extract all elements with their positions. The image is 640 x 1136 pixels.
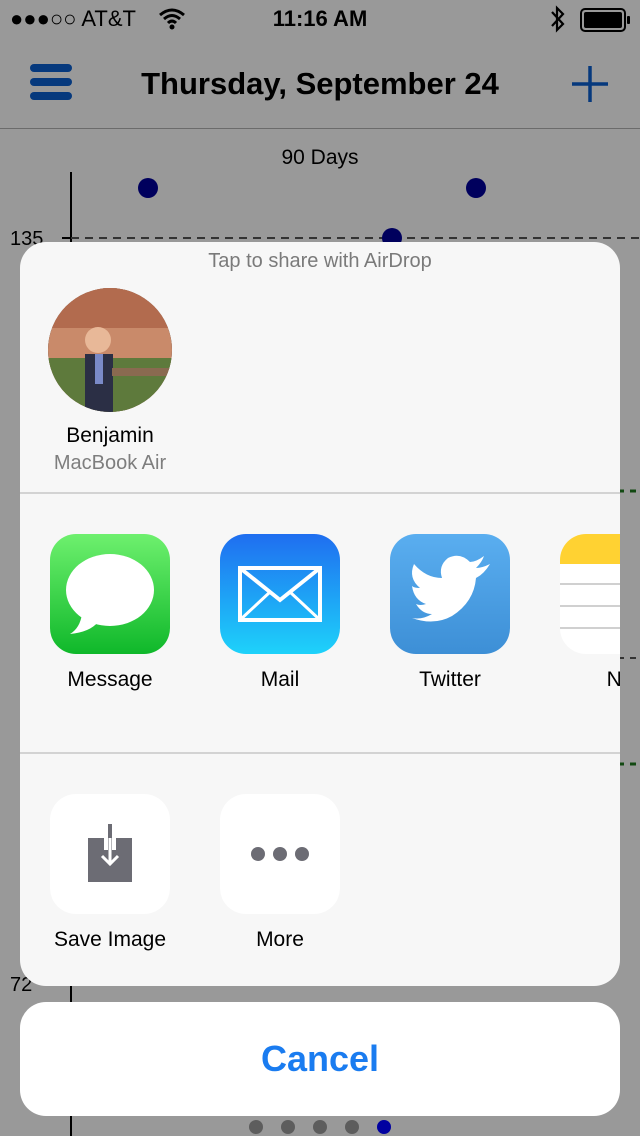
page-indicator[interactable] <box>0 1120 640 1136</box>
share-app-label: No <box>606 668 620 691</box>
page-dot <box>313 1120 327 1134</box>
share-app-label: Message <box>67 668 153 691</box>
share-app-twitter[interactable]: Twitter <box>370 534 530 704</box>
airdrop-contact[interactable]: Benjamin MacBook Air <box>30 288 190 478</box>
mail-icon <box>220 534 340 654</box>
notes-icon <box>560 534 620 654</box>
contact-device: MacBook Air <box>53 452 167 474</box>
avatar <box>48 288 172 412</box>
airdrop-hint: Tap to share with AirDrop <box>208 250 432 272</box>
more-action[interactable]: More <box>200 794 360 964</box>
twitter-icon <box>390 534 510 654</box>
cancel-button[interactable]: Cancel <box>20 1002 620 1116</box>
page-dot <box>281 1120 295 1134</box>
save-image-icon <box>50 794 170 914</box>
share-app-mail[interactable]: Mail <box>200 534 360 704</box>
page-dot <box>249 1120 263 1134</box>
action-label: More <box>256 928 304 951</box>
page-dot <box>377 1120 391 1134</box>
section-divider <box>20 492 620 494</box>
save-image-action[interactable]: Save Image <box>30 794 190 964</box>
share-app-message[interactable]: Message <box>30 534 190 704</box>
share-app-notes[interactable]: No <box>540 534 620 704</box>
section-divider <box>20 752 620 754</box>
share-app-label: Mail <box>260 668 300 691</box>
share-sheet: Tap to share with AirDrop Benjamin MacBo… <box>20 242 620 986</box>
cancel-label: Cancel <box>260 1038 380 1079</box>
share-app-label: Twitter <box>419 668 481 691</box>
page-dot <box>345 1120 359 1134</box>
messages-icon <box>50 534 170 654</box>
contact-name: Benjamin <box>66 424 154 447</box>
action-label: Save Image <box>53 928 167 951</box>
more-icon <box>220 794 340 914</box>
